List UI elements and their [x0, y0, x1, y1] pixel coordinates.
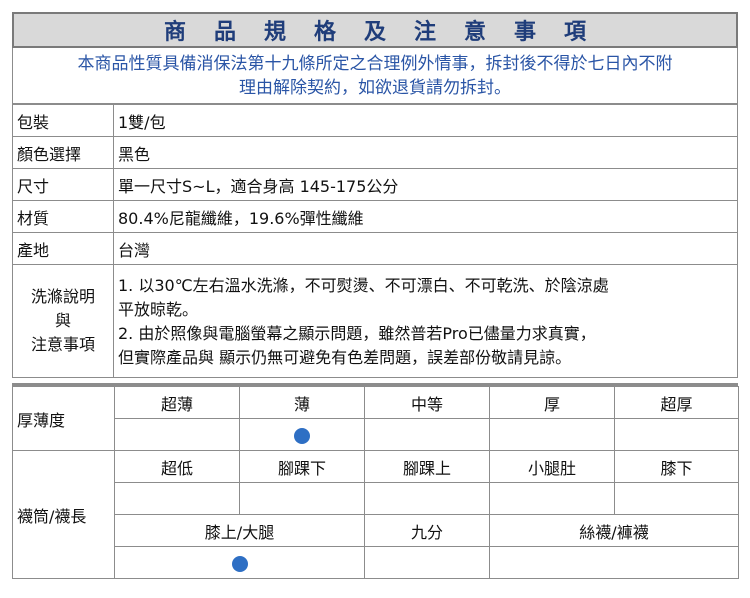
thickness-options-row: 厚薄度 超薄 薄 中等 厚 超厚	[12, 386, 739, 451]
spec-label-size: 尺寸	[12, 168, 114, 201]
thickness-marker-row	[13, 418, 739, 451]
length-marker-cell	[239, 482, 365, 515]
length-options-row-2: 膝上/大腿 九分 絲襪/褲襪	[13, 514, 739, 547]
title-bar: 商品規格及注意事項	[12, 12, 738, 48]
spec-table: 包裝 1雙/包 顏色選擇 黑色 尺寸 單一尺寸S~L，適合身高 145-175公…	[12, 104, 738, 378]
length-option: 小腿肚	[489, 450, 615, 483]
thickness-marker-cell	[489, 418, 615, 451]
spec-sheet: 商品規格及注意事項 本商品性質具備消保法第十九條所定之合理例外情事，拆封後不得於…	[0, 0, 750, 598]
thickness-marker-cell	[239, 418, 365, 451]
length-option: 超低	[114, 450, 240, 483]
thickness-marker-cell	[614, 418, 739, 451]
spec-label-color: 顏色選擇	[12, 136, 114, 169]
spec-value-material: 80.4%尼龍纖維，19.6%彈性纖維	[113, 200, 738, 233]
wash-row: 洗滌說明 與 注意事項 1. 以30℃左右溫水洗滌，不可熨燙、不可漂白、不可乾洗…	[12, 264, 738, 378]
spec-value-color: 黑色	[113, 136, 738, 169]
wash-label-line-2: 與	[54, 311, 71, 330]
length-option: 膝上/大腿	[114, 514, 365, 547]
length-marker-cell	[489, 482, 615, 515]
length-option: 九分	[364, 514, 490, 547]
length-options-row-1: 襪筒/襪長 超低 腳踝下 腳踝上 小腿肚 膝下	[12, 450, 739, 579]
spec-label-packaging: 包裝	[12, 104, 114, 137]
spec-label-material: 材質	[12, 200, 114, 233]
length-marker-cell	[614, 482, 739, 515]
length-marker-cell	[364, 546, 490, 579]
length-label: 襪筒/襪長	[12, 450, 115, 579]
thickness-option: 超薄	[114, 386, 240, 419]
thickness-option: 厚	[489, 386, 615, 419]
length-marker-cell	[489, 546, 739, 579]
attribute-grid: 厚薄度 超薄 薄 中等 厚 超厚 襪筒/襪長 超低 腳踝下 腳踝上 小腿肚 膝下	[12, 386, 739, 579]
spec-row: 顏色選擇 黑色	[12, 136, 738, 169]
wash-label-line-1: 洗滌說明	[30, 287, 95, 306]
return-notice: 本商品性質具備消保法第十九條所定之合理例外情事，拆封後不得於七日內不附 理由解除…	[12, 48, 738, 104]
wash-line-3: 2. 由於照像與電腦螢幕之顯示問題，雖然普若Pro已儘量力求真實，	[118, 324, 596, 343]
thickness-label: 厚薄度	[12, 386, 115, 451]
spec-label-origin: 產地	[12, 232, 114, 265]
length-option: 腳踝上	[364, 450, 490, 483]
length-marker-row-1	[13, 482, 739, 515]
spec-row: 包裝 1雙/包	[12, 104, 738, 137]
wash-line-2: 平放晾乾。	[118, 300, 199, 319]
wash-instructions: 1. 以30℃左右溫水洗滌，不可熨燙、不可漂白、不可乾洗、於陰涼處 平放晾乾。 …	[113, 264, 738, 378]
length-option: 絲襪/褲襪	[489, 514, 739, 547]
thickness-marker-cell	[364, 418, 490, 451]
spec-row: 產地 台灣	[12, 232, 738, 265]
thickness-option: 超厚	[614, 386, 739, 419]
wash-label-line-3: 注意事項	[30, 335, 95, 354]
notice-line-2: 理由解除契約，如欲退貨請勿拆封。	[239, 78, 511, 98]
wash-line-4: 但實際產品與 顯示仍無可避免有色差問題，誤差部份敬請見諒。	[118, 348, 572, 367]
thickness-option: 薄	[239, 386, 365, 419]
length-marker-row-2	[13, 546, 739, 579]
spec-row: 尺寸 單一尺寸S~L，適合身高 145-175公分	[12, 168, 738, 201]
wash-label: 洗滌說明 與 注意事項	[12, 264, 114, 378]
spec-value-origin: 台灣	[113, 232, 738, 265]
selected-dot-icon	[294, 427, 310, 444]
thickness-marker-cell	[114, 418, 240, 451]
selected-dot-icon	[231, 555, 248, 572]
wash-line-1: 1. 以30℃左右溫水洗滌，不可熨燙、不可漂白、不可乾洗、於陰涼處	[118, 276, 609, 295]
length-marker-cell	[364, 482, 490, 515]
length-option: 腳踝下	[239, 450, 365, 483]
length-marker-cell	[114, 546, 365, 579]
length-option: 膝下	[614, 450, 739, 483]
spec-row: 材質 80.4%尼龍纖維，19.6%彈性纖維	[12, 200, 738, 233]
page-title: 商品規格及注意事項	[163, 20, 614, 45]
spec-value-packaging: 1雙/包	[113, 104, 738, 137]
thickness-option: 中等	[364, 386, 490, 419]
length-marker-cell	[114, 482, 240, 515]
spec-value-size: 單一尺寸S~L，適合身高 145-175公分	[113, 168, 738, 201]
notice-line-1: 本商品性質具備消保法第十九條所定之合理例外情事，拆封後不得於七日內不附	[77, 54, 673, 74]
